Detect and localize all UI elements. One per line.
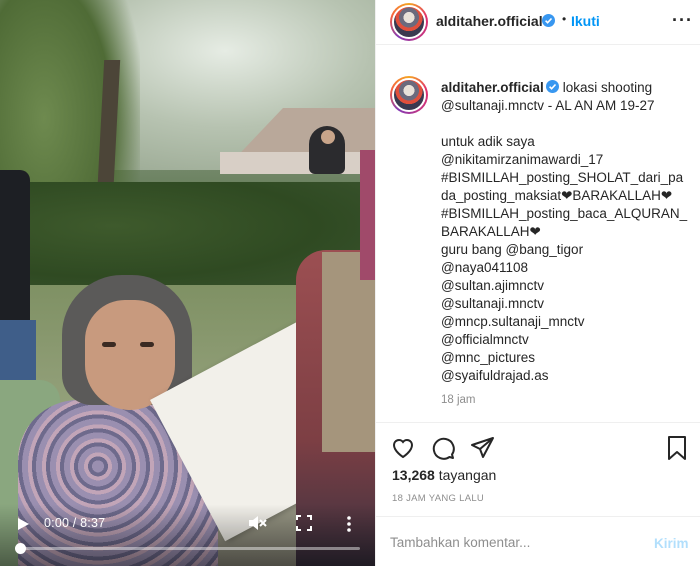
caption-hashtag[interactable]: da_posting_maksiat❤BARAKALLAH❤ bbox=[441, 187, 691, 205]
scene-background-person-face bbox=[321, 130, 335, 144]
avatar[interactable] bbox=[390, 3, 428, 41]
caption-avatar[interactable] bbox=[390, 76, 428, 114]
view-count-number: 13,268 bbox=[392, 467, 435, 483]
caption-hashtag[interactable]: BARAKALLAH❤ bbox=[441, 223, 691, 241]
caption-hashtag[interactable]: #BISMILLAH_posting_baca_ALQURAN_ bbox=[441, 205, 691, 223]
play-icon[interactable] bbox=[16, 517, 30, 531]
video-player[interactable]: 0:00 / 8:37 bbox=[0, 0, 375, 566]
video-progress-knob[interactable] bbox=[15, 543, 26, 554]
follow-button[interactable]: Ikuti bbox=[571, 13, 600, 29]
caption-line[interactable]: guru bang @bang_tigor bbox=[441, 241, 691, 259]
video-controls bbox=[0, 504, 375, 566]
comment-icon[interactable] bbox=[430, 435, 456, 461]
caption-line bbox=[441, 115, 691, 133]
scene-right-person-scarf bbox=[322, 252, 375, 452]
post-comment-button[interactable]: Kirim bbox=[654, 536, 689, 551]
verified-badge-icon bbox=[542, 14, 555, 27]
caption-line: untuk adik saya bbox=[441, 134, 535, 149]
more-options-icon[interactable] bbox=[343, 515, 355, 533]
scene-roof-eave bbox=[220, 152, 375, 174]
comment-box: Kirim bbox=[376, 516, 700, 566]
caption-mention[interactable]: @officialmnctv bbox=[441, 331, 691, 349]
comment-input[interactable] bbox=[390, 535, 630, 550]
caption-username[interactable]: alditaher.official bbox=[441, 80, 544, 95]
caption-mention[interactable]: @mnc_pictures bbox=[441, 349, 691, 367]
caption-mention[interactable]: @nikitamirzanimawardi_17 bbox=[441, 151, 691, 169]
scene-man-eye bbox=[102, 342, 116, 347]
post-panel: alditaher.official • Ikuti ··· alditaher… bbox=[375, 0, 700, 566]
caption-hashtag[interactable]: #BISMILLAH_posting_SHOLAT_dari_pa bbox=[441, 169, 691, 187]
post-header: alditaher.official • Ikuti ··· bbox=[376, 0, 700, 45]
caption-timestamp[interactable]: 18 jam bbox=[441, 394, 476, 406]
post-date[interactable]: 18 JAM YANG LALU bbox=[392, 493, 484, 504]
mute-icon[interactable] bbox=[247, 513, 267, 533]
view-count[interactable]: 13,268 tayangan bbox=[392, 467, 496, 483]
view-count-label: tayangan bbox=[438, 467, 497, 483]
post-caption: alditaher.official lokasi shooting @sulta… bbox=[441, 79, 691, 385]
caption-line: @sultanaji.mnctv - AL AN AM 19-27 bbox=[441, 98, 655, 113]
more-options-button[interactable]: ··· bbox=[672, 10, 693, 31]
heart-icon[interactable] bbox=[390, 435, 416, 461]
scene-right-edge bbox=[360, 150, 375, 280]
fullscreen-icon[interactable] bbox=[296, 515, 312, 531]
bookmark-icon[interactable] bbox=[664, 435, 690, 461]
video-frame bbox=[0, 0, 375, 566]
caption-mention[interactable]: @naya041108 bbox=[441, 259, 691, 277]
verified-badge-icon bbox=[545, 80, 559, 93]
caption-mention[interactable]: @sultanaji.mnctv bbox=[441, 295, 691, 313]
action-bar bbox=[376, 422, 700, 472]
share-icon[interactable] bbox=[470, 435, 496, 461]
caption-mention[interactable]: @sultan.ajimnctv bbox=[441, 277, 691, 295]
scene-man-eye bbox=[140, 342, 154, 347]
video-progress-bar[interactable] bbox=[20, 547, 360, 550]
caption-mention[interactable]: @mncp.sultanaji_mnctv bbox=[441, 313, 691, 331]
caption-line: lokasi shooting bbox=[562, 80, 653, 95]
separator-dot: • bbox=[562, 12, 567, 26]
caption-mention[interactable]: @syaifuldrajad.as bbox=[441, 367, 691, 385]
header-username[interactable]: alditaher.official bbox=[436, 13, 543, 29]
video-time: 0:00 / 8:37 bbox=[44, 516, 106, 530]
